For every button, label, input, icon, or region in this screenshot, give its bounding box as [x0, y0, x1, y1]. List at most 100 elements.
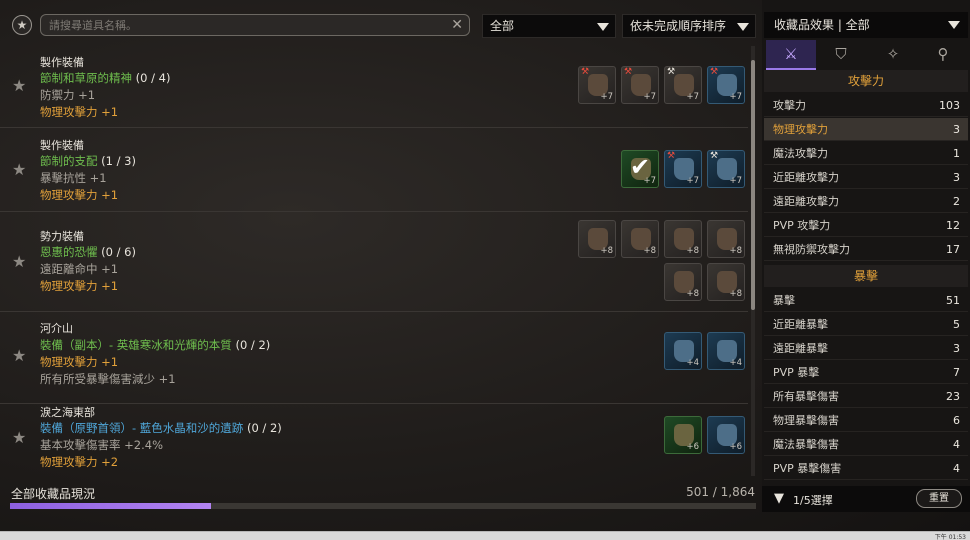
collection-row[interactable]: ★ 製作裝備 節制的支配 (1 / 3) 暴擊抗性 +1 物理攻擊力 +1 ✔ +…	[0, 128, 748, 212]
collection-row[interactable]: ★ 製作裝備 節制和草原的精神 (0 / 4) 防禦力 +1 物理攻擊力 +1 …	[0, 46, 748, 128]
effect-stat-value: 51	[946, 294, 960, 307]
item-slot[interactable]: ⚒ +7	[707, 150, 745, 188]
category-dropdown[interactable]: 全部	[482, 14, 616, 38]
collection-effect: 基本攻擊傷害率 +2.4%	[40, 438, 164, 452]
effect-stat-row[interactable]: 遠距離攻擊力 2	[764, 190, 968, 213]
reset-button[interactable]: 重置	[916, 489, 962, 508]
item-slot[interactable]: +8	[664, 220, 702, 258]
collection-effect: 防禦力 +1	[40, 88, 96, 102]
effect-stat-name: 近距離攻擊力	[773, 171, 839, 184]
sort-dropdown-value: 依未完成順序排序	[630, 19, 727, 33]
collection-effect: 暴擊抗性 +1	[40, 171, 107, 185]
effects-filter-dropdown[interactable]: 收藏品效果 | 全部	[764, 12, 968, 38]
effect-stat-row[interactable]: 近距離攻擊力 3	[764, 166, 968, 189]
item-slot[interactable]: ⚒ +7	[664, 150, 702, 188]
item-slot[interactable]: +6	[707, 416, 745, 454]
collection-list: ★ 製作裝備 節制和草原的精神 (0 / 4) 防禦力 +1 物理攻擊力 +1 …	[0, 46, 752, 476]
effect-stat-value: 4	[953, 462, 960, 475]
item-slot[interactable]: +4	[664, 332, 702, 370]
slot-count: +8	[686, 289, 699, 299]
item-slot[interactable]: ⚒ +7	[578, 66, 616, 104]
effect-stat-row[interactable]: 所有暴擊傷害 23	[764, 385, 968, 408]
collection-title: 裝備（原野首領）- 藍色水晶和沙的遺跡 (0 / 2)	[40, 421, 282, 435]
favorite-star-icon[interactable]: ★	[12, 346, 26, 365]
clear-search-icon[interactable]: ✕	[451, 15, 463, 35]
item-slot[interactable]: ⚒ +7	[664, 66, 702, 104]
effect-stat-name: 遠距離攻擊力	[773, 195, 839, 208]
category-dropdown-value: 全部	[490, 19, 515, 33]
effect-stat-name: PVP 攻擊力	[773, 219, 831, 232]
item-slot[interactable]: ⚒ +7	[707, 66, 745, 104]
collection-title: 節制的支配 (1 / 3)	[40, 154, 136, 168]
red-hammer-icon: ⚒	[667, 151, 676, 161]
tab-search-magnifier-icon[interactable]: ⚲	[918, 40, 968, 70]
item-slot[interactable]: +8	[707, 263, 745, 301]
effect-stat-row[interactable]: 魔法攻擊力 1	[764, 142, 968, 165]
item-slot[interactable]: +8	[621, 220, 659, 258]
effect-stat-row[interactable]: PVP 暴擊傷害 4	[764, 457, 968, 480]
item-slot[interactable]: +4	[707, 332, 745, 370]
tab-defense-shield-icon[interactable]: ⛉	[816, 40, 866, 70]
collection-category: 製作裝備	[40, 56, 84, 69]
selection-count: 1/5選擇	[793, 494, 833, 507]
sort-dropdown[interactable]: 依未完成順序排序	[622, 14, 756, 38]
effect-stat-row[interactable]: 近距離暴擊 5	[764, 313, 968, 336]
effect-stat-row[interactable]: PVP 暴擊 7	[764, 361, 968, 384]
collection-category: 淚之海東部	[40, 406, 95, 419]
effect-stat-row[interactable]: 魔法暴擊傷害 4	[764, 433, 968, 456]
item-slot[interactable]: +8	[707, 220, 745, 258]
item-slot[interactable]: +8	[664, 263, 702, 301]
effect-stat-row[interactable]: PVP 攻擊力 12	[764, 214, 968, 237]
favorite-star-icon[interactable]: ★	[12, 160, 26, 179]
collection-category: 河介山	[40, 322, 73, 335]
effect-stat-name: PVP 暴擊傷害	[773, 462, 842, 475]
tab-utility-compass-icon[interactable]: ✧	[868, 40, 918, 70]
effects-tabs: ⚔ ⛉ ✧ ⚲	[764, 40, 968, 70]
tab-attack-swords-icon[interactable]: ⚔	[766, 40, 816, 70]
item-slot[interactable]: ⚒ +7	[621, 66, 659, 104]
list-scrollbar-thumb[interactable]	[751, 60, 755, 310]
overall-progress-count: 501 / 1,864	[686, 485, 755, 499]
collection-row[interactable]: ★ 勢力裝備 恩惠的恐懼 (0 / 6) 遠距離命中 +1 物理攻擊力 +1 +…	[0, 212, 748, 312]
effect-stat-name: 物理暴擊傷害	[773, 414, 839, 427]
effect-stat-value: 5	[953, 318, 960, 331]
effect-stat-row[interactable]: 遠距離暴擊 3	[764, 337, 968, 360]
slot-count: +6	[729, 442, 742, 452]
effect-stat-value: 12	[946, 219, 960, 232]
favorite-star-icon[interactable]: ★	[12, 252, 26, 271]
collection-row[interactable]: ★ 河介山 裝備（副本）- 英雄寒冰和光輝的本質 (0 / 2) 物理攻擊力 +…	[0, 312, 748, 404]
collection-title: 節制和草原的精神 (0 / 4)	[40, 71, 171, 85]
collection-title: 裝備（副本）- 英雄寒冰和光輝的本質 (0 / 2)	[40, 338, 271, 352]
overall-progress-bar	[10, 503, 756, 509]
slot-count: +7	[643, 92, 656, 102]
effect-stat-name: PVP 暴擊	[773, 366, 820, 379]
slot-count: +6	[686, 442, 699, 452]
hammer-icon: ⚒	[667, 67, 676, 77]
collection-row[interactable]: ★ 淚之海東部 裝備（原野首領）- 藍色水晶和沙的遺跡 (0 / 2) 基本攻擊…	[0, 404, 748, 476]
chevron-down-icon	[597, 23, 609, 31]
effect-stat-row[interactable]: 暴擊 51	[764, 289, 968, 312]
effect-stat-row[interactable]: 物理攻擊力 3	[764, 118, 968, 141]
search-box[interactable]: ✕	[40, 14, 470, 36]
item-slot-completed[interactable]: ✔ +7	[621, 150, 659, 188]
favorite-star-icon[interactable]: ★	[12, 76, 26, 95]
os-taskbar: 下午 01:53	[0, 531, 970, 540]
favorite-filter-star-icon[interactable]: ★	[12, 15, 32, 35]
effect-stat-row[interactable]: 物理暴擊傷害 6	[764, 409, 968, 432]
effect-stat-row[interactable]: 無視防禦攻擊力 17	[764, 238, 968, 261]
item-slot[interactable]: +6	[664, 416, 702, 454]
slot-count: +7	[729, 176, 742, 186]
item-slot[interactable]: +8	[578, 220, 616, 258]
effect-stat-name: 近距離暴擊	[773, 318, 828, 331]
collection-effects-panel: 收藏品效果 | 全部 ⚔ ⛉ ✧ ⚲ 攻擊力 攻擊力 103 物理攻擊力 3 魔法攻擊力 1…	[762, 0, 970, 512]
effect-stat-value: 17	[946, 243, 960, 256]
favorite-star-icon[interactable]: ★	[12, 428, 26, 447]
effects-section-title: 攻擊力	[764, 70, 968, 92]
collection-effect: 遠距離命中 +1	[40, 262, 119, 276]
collection-effect: 物理攻擊力 +2	[40, 455, 119, 469]
filter-funnel-icon[interactable]: ▼	[774, 491, 784, 506]
slot-count: +7	[686, 176, 699, 186]
search-input[interactable]	[49, 16, 439, 35]
effects-filter-label: 收藏品效果 | 全部	[774, 18, 870, 32]
effect-stat-row[interactable]: 攻擊力 103	[764, 94, 968, 117]
